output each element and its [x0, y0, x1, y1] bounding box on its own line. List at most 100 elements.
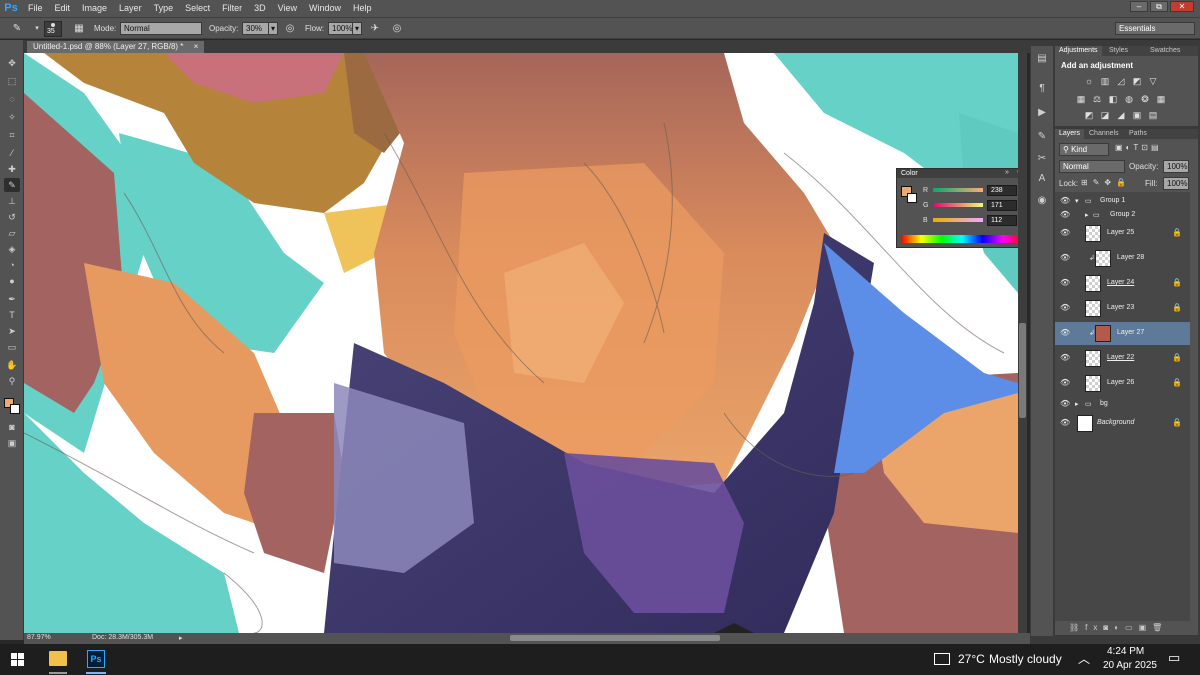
- tab-layers[interactable]: Layers: [1055, 129, 1085, 139]
- background-color-swatch[interactable]: [10, 404, 20, 414]
- exposure-icon[interactable]: ◩: [1131, 76, 1143, 86]
- layer-opacity-input[interactable]: 100%: [1163, 160, 1189, 173]
- layer-row-layer-22[interactable]: 👁 Layer 22 🔒: [1055, 347, 1190, 371]
- lasso-tool-icon[interactable]: ◌: [4, 92, 20, 106]
- color-panel-header[interactable]: Color » ≡: [897, 169, 1026, 178]
- visibility-eye-icon[interactable]: 👁: [1060, 278, 1070, 288]
- restore-button[interactable]: ⧉: [1150, 1, 1168, 12]
- layer-row-layer-27[interactable]: 👁 ↲ Layer 27: [1055, 322, 1190, 346]
- eraser-tool-icon[interactable]: ▱: [4, 226, 20, 240]
- vertical-scroll-thumb[interactable]: [1019, 323, 1026, 418]
- r-slider[interactable]: [933, 188, 983, 192]
- close-tab-icon[interactable]: ×: [194, 42, 199, 51]
- file-explorer-icon[interactable]: [49, 651, 67, 666]
- collapse-arrow-icon[interactable]: ▸: [1085, 211, 1089, 219]
- b-value-input[interactable]: 112: [987, 215, 1017, 226]
- tool-presets-icon[interactable]: ✂: [1035, 152, 1049, 166]
- crop-tool-icon[interactable]: ⌗: [4, 128, 20, 142]
- visibility-eye-icon[interactable]: 👁: [1060, 418, 1070, 428]
- invert-icon[interactable]: ◩: [1083, 110, 1095, 120]
- layer-row-background[interactable]: 👁 Background 🔒: [1055, 412, 1190, 436]
- menu-3d[interactable]: 3D: [248, 0, 272, 17]
- paragraph-icon[interactable]: ¶: [1035, 82, 1049, 96]
- hand-tool-icon[interactable]: ✋: [4, 358, 20, 372]
- weather-description[interactable]: Mostly cloudy: [989, 652, 1062, 666]
- visibility-eye-icon[interactable]: 👁: [1060, 210, 1070, 220]
- tab-paths[interactable]: Paths: [1125, 129, 1151, 139]
- tab-channels[interactable]: Channels: [1085, 129, 1123, 139]
- layer-row-layer-24[interactable]: 👁 Layer 24 🔒: [1055, 272, 1190, 296]
- r-value-input[interactable]: 238: [987, 185, 1017, 196]
- layer-row-layer-25[interactable]: 👁 Layer 25 🔒: [1055, 222, 1190, 246]
- expand-arrow-icon[interactable]: ▾: [1075, 197, 1079, 205]
- layer-filter-kind-select[interactable]: ⚲ Kind: [1059, 143, 1109, 156]
- healing-tool-icon[interactable]: ✚: [4, 162, 20, 176]
- character-icon[interactable]: A: [1035, 172, 1049, 186]
- visibility-eye-icon[interactable]: 👁: [1060, 378, 1070, 388]
- pen-tool-icon[interactable]: ✒: [4, 292, 20, 306]
- opacity-input[interactable]: 30%: [242, 22, 270, 35]
- rectangle-tool-icon[interactable]: ▭: [4, 340, 20, 354]
- layer-row-group-1[interactable]: 👁 ▾ ▭ Group 1: [1055, 194, 1190, 207]
- color-spectrum-bar[interactable]: [901, 235, 1023, 243]
- history-icon[interactable]: ▤: [1035, 52, 1049, 66]
- airbrush-icon[interactable]: ✈: [368, 22, 382, 36]
- color-panel-icon[interactable]: ◉: [1035, 194, 1049, 208]
- menu-file[interactable]: File: [22, 0, 49, 17]
- zoom-tool-icon[interactable]: ⚲: [4, 374, 20, 388]
- menu-edit[interactable]: Edit: [49, 0, 77, 17]
- menu-image[interactable]: Image: [76, 0, 113, 17]
- document-canvas[interactable]: [24, 53, 1018, 633]
- pressure-opacity-icon[interactable]: ◎: [283, 22, 297, 36]
- type-tool-icon[interactable]: T: [4, 308, 20, 322]
- channel-mixer-icon[interactable]: ❂: [1139, 94, 1151, 104]
- brush-panel-toggle-icon[interactable]: ▦: [72, 22, 86, 36]
- fill-input[interactable]: 100%: [1163, 177, 1189, 190]
- opacity-dropdown[interactable]: ▾: [268, 22, 278, 35]
- horizontal-scroll-thumb[interactable]: [510, 635, 720, 641]
- layer-row-layer-23[interactable]: 👁 Layer 23 🔒: [1055, 297, 1190, 321]
- dodge-tool-icon[interactable]: ●: [4, 274, 20, 288]
- flow-dropdown[interactable]: ▾: [352, 22, 362, 35]
- layers-footer-icons[interactable]: ⛓fx◙◐▭▣🗑: [1055, 621, 1198, 635]
- black-white-icon[interactable]: ◧: [1107, 94, 1119, 104]
- photo-filter-icon[interactable]: ◍: [1123, 94, 1135, 104]
- vibrance-icon[interactable]: ▽: [1147, 76, 1159, 86]
- flow-input[interactable]: 100%: [328, 22, 354, 35]
- layer-row-bg-group[interactable]: 👁 ▸ ▭ bg: [1055, 397, 1190, 411]
- visibility-eye-icon[interactable]: 👁: [1060, 253, 1070, 263]
- menu-filter[interactable]: Filter: [216, 0, 248, 17]
- layer-row-layer-28[interactable]: 👁 ↲ Layer 28: [1055, 247, 1190, 271]
- brush-preset-icon[interactable]: ✎: [10, 22, 24, 36]
- layer-row-group-2[interactable]: 👁 ▸ ▭ Group 2: [1055, 208, 1190, 222]
- document-tab[interactable]: Untitled-1.psd @ 88% (Layer 27, RGB/8) *…: [27, 41, 205, 53]
- color-balance-icon[interactable]: ⚖: [1091, 94, 1103, 104]
- close-window-button[interactable]: ✕: [1170, 1, 1194, 12]
- menu-window[interactable]: Window: [303, 0, 347, 17]
- quick-mask-icon[interactable]: ◙: [4, 420, 20, 434]
- posterize-icon[interactable]: ◪: [1099, 110, 1111, 120]
- curves-icon[interactable]: ◿: [1115, 76, 1127, 86]
- g-value-input[interactable]: 171: [987, 200, 1017, 211]
- threshold-icon[interactable]: ◢: [1115, 110, 1127, 120]
- visibility-eye-icon[interactable]: 👁: [1060, 196, 1070, 206]
- layer-filter-icons[interactable]: ▣◐T⊡▤: [1115, 143, 1162, 152]
- color-lookup-icon[interactable]: ▦: [1155, 94, 1167, 104]
- path-select-tool-icon[interactable]: ➤: [4, 324, 20, 338]
- quick-select-tool-icon[interactable]: ✧: [4, 110, 20, 124]
- tab-adjustments[interactable]: Adjustments: [1055, 46, 1102, 56]
- gradient-map-icon[interactable]: ▤: [1147, 110, 1159, 120]
- tray-chevron-up-icon[interactable]: ︿: [1078, 650, 1090, 667]
- menu-type[interactable]: Type: [148, 0, 180, 17]
- visibility-eye-icon[interactable]: 👁: [1060, 303, 1070, 313]
- visibility-eye-icon[interactable]: 👁: [1060, 228, 1070, 238]
- history-brush-tool-icon[interactable]: ↺: [4, 210, 20, 224]
- photoshop-taskbar-icon[interactable]: Ps: [87, 650, 105, 668]
- brush-presets-icon[interactable]: ✎: [1035, 130, 1049, 144]
- notification-icon[interactable]: ▭: [1168, 650, 1180, 666]
- brush-size-picker[interactable]: 35: [44, 21, 62, 37]
- windows-start-icon[interactable]: [11, 653, 24, 666]
- b-slider[interactable]: [933, 218, 983, 222]
- minimize-button[interactable]: –: [1130, 1, 1148, 12]
- visibility-eye-icon[interactable]: 👁: [1060, 328, 1070, 338]
